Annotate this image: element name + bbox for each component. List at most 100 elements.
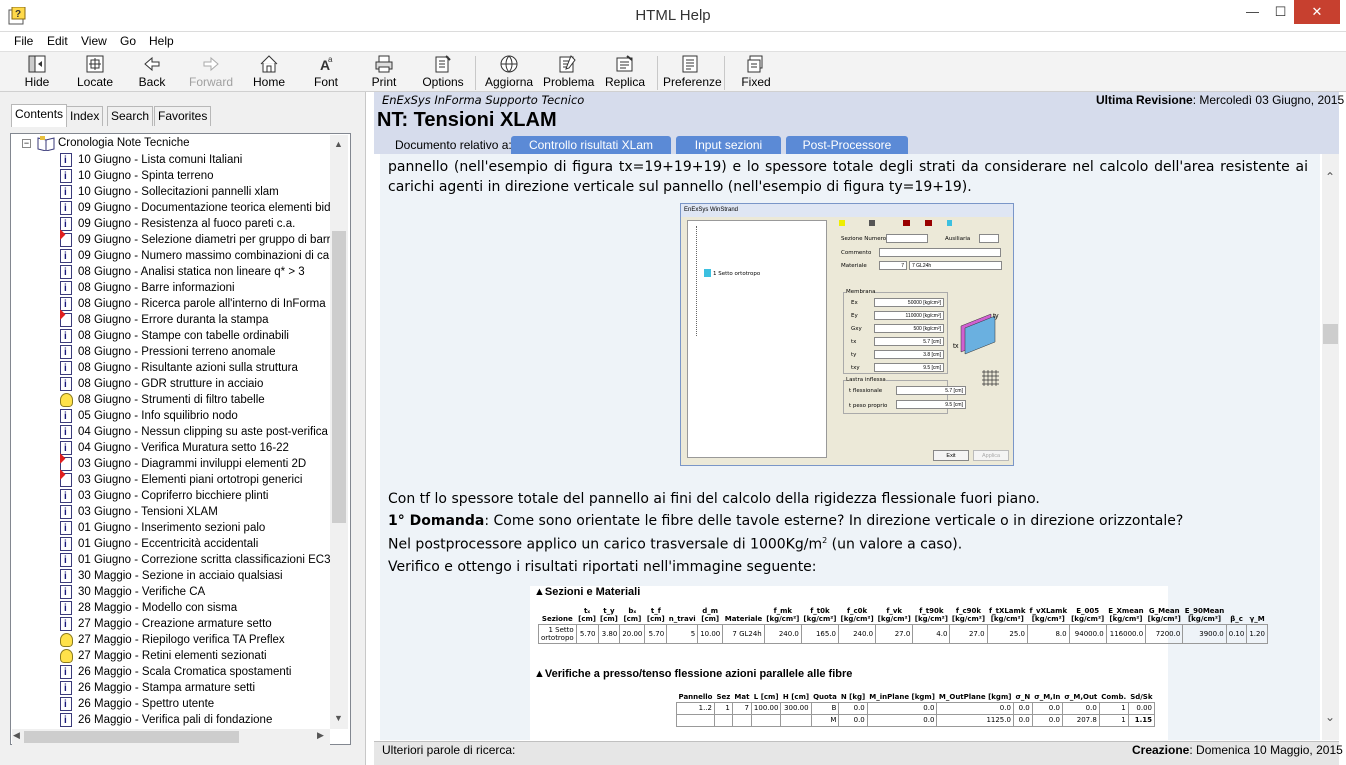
table-header-cell: Mat — [732, 690, 752, 703]
dialog-title: EnExSys WinStrand — [681, 204, 1013, 217]
collapse-toggle-icon[interactable]: − — [22, 139, 31, 148]
table-cell: 10.00 — [697, 624, 724, 644]
tree-item-label: 01 Giugno - Inserimento sezioni palo — [78, 522, 266, 534]
menu-view[interactable]: View — [81, 34, 107, 48]
table-cell — [714, 713, 733, 727]
back-arrow-icon — [144, 56, 160, 72]
tree-item-label: 05 Giugno - Info squilibrio nodo — [78, 410, 238, 422]
back-button[interactable]: Back — [133, 54, 171, 92]
topic-page-icon — [60, 681, 72, 697]
tab-contents[interactable]: Contents — [11, 104, 68, 127]
tab-favorites[interactable]: Favorites — [154, 106, 212, 126]
menu-go[interactable]: Go — [120, 34, 136, 48]
scroll-down-arrow-icon[interactable]: ⌄ — [1325, 710, 1335, 724]
tree-scroll-thumb[interactable] — [332, 231, 346, 523]
topic-page-icon — [60, 617, 72, 633]
tree-horizontal-scrollbar[interactable]: ◀ ▶ — [12, 729, 330, 745]
tree-item-label: 10 Giugno - Spinta terreno — [78, 170, 214, 182]
table-cell: M — [810, 713, 840, 727]
table-header-cell: σ_M,In — [1032, 690, 1063, 703]
link-controllo-risultati[interactable]: Controllo risultati XLam — [511, 136, 671, 154]
revision-date: Ultima Revisione: Mercoledì 03 Giugno, 2… — [1096, 93, 1344, 107]
aggiorna-button[interactable]: Aggiorna — [485, 54, 533, 92]
problema-button[interactable]: Problema — [543, 54, 594, 92]
table-header-cell: L [cm] — [751, 690, 781, 703]
table-cell: 0.0 — [838, 713, 868, 727]
content-vertical-scrollbar[interactable]: ⌃ ⌄ — [1322, 154, 1339, 740]
results-tables-image: ▲Sezioni e Materiali Sezione tₓ [cm] t_y [… — [530, 586, 1268, 741]
table-cell: 1 — [1098, 713, 1129, 727]
tree-vertical-scrollbar[interactable]: ▲ ▼ — [330, 135, 348, 729]
table-header-cell: tₓ [cm] — [576, 606, 598, 625]
sezione-field — [886, 234, 928, 243]
table-header-cell: H [cm] — [780, 690, 812, 703]
topic-page-icon — [60, 345, 72, 361]
link-input-sezioni[interactable]: Input sezioni — [676, 136, 781, 154]
table-cell: 0.0 — [1061, 701, 1100, 715]
fixed-button[interactable]: Fixed — [738, 54, 774, 92]
table-header-cell: f_mk [kg/cm²] — [764, 606, 802, 625]
verifiche-table: Pannello Sez Mat L [cm] H [cm] Quota N [kg] M_i… — [676, 690, 1156, 727]
tree-item-label: 09 Giugno - Numero massimo combinazioni … — [78, 250, 330, 262]
tree-root-label: Cronologia Note Tecniche — [58, 137, 190, 149]
lightbulb-icon — [60, 633, 73, 647]
preferences-icon — [682, 55, 698, 73]
preferenze-button[interactable]: Preferenze — [663, 54, 722, 92]
tree-item-label: 01 Giugno - Eccentricità accidentali — [78, 538, 259, 550]
locate-button[interactable]: Locate — [74, 54, 116, 92]
tree-root[interactable]: − Cronologia Note Tecniche — [22, 136, 222, 152]
scroll-left-arrow-icon[interactable]: ◀ — [13, 730, 20, 741]
font-button[interactable]: Aa Font — [310, 54, 342, 92]
table-header-cell: f_tXLamk [kg/cm²] — [987, 606, 1028, 625]
options-button[interactable]: Options — [421, 54, 465, 92]
revision-label: Ultima Revisione — [1096, 93, 1193, 107]
topic-page-icon — [60, 441, 72, 457]
tree-item-label: 26 Maggio - Verifica pali di fondazione — [78, 714, 273, 726]
hide-button[interactable]: Hide — [17, 54, 57, 92]
table-cell — [676, 713, 715, 727]
tree-item-label: 26 Maggio - Scala Cromatica spostamenti — [78, 666, 292, 678]
table-cell: 8.0 — [1026, 624, 1070, 644]
menu-file[interactable]: File — [14, 34, 33, 48]
table-cell: 5.70 — [575, 624, 599, 644]
content-scroll-thumb[interactable] — [1323, 324, 1338, 344]
font-icon: Aa — [320, 55, 333, 73]
scroll-up-arrow-icon[interactable]: ▲ — [334, 139, 343, 149]
link-post-processore[interactable]: Post-Processore — [786, 136, 908, 154]
menu-edit[interactable]: Edit — [47, 34, 68, 48]
menu-help[interactable]: Help — [149, 34, 174, 48]
table-cell: 25.0 — [986, 624, 1028, 644]
forward-button[interactable]: Forward — [189, 54, 233, 92]
table-cell: 0.0 — [1012, 713, 1033, 727]
replica-button[interactable]: Replica — [604, 54, 646, 92]
tree-hscroll-thumb[interactable] — [24, 731, 239, 743]
table-cell — [731, 713, 752, 727]
table-header-cell: Sez — [714, 690, 733, 703]
tree-item-label: 03 Giugno - Diagrammi inviluppi elementi… — [78, 458, 307, 470]
close-button[interactable]: ✕ — [1294, 0, 1340, 24]
tree-item-label: 03 Giugno - Copriferro bicchiere plinti — [78, 490, 269, 502]
reply-icon — [616, 55, 633, 72]
toolbar-separator — [724, 56, 725, 90]
table-cell: 240.0 — [838, 624, 877, 644]
tree-item-label: 03 Giugno - Elementi piani ortotropi gen… — [78, 474, 303, 486]
toolbar-icon — [947, 220, 952, 226]
scroll-up-arrow-icon[interactable]: ⌃ — [1325, 170, 1335, 184]
tab-index[interactable]: Index — [66, 106, 104, 126]
dialog-field-value: 50000 [kg/cm²] — [874, 298, 944, 307]
table-header-cell: t_y [cm] — [598, 606, 620, 625]
minimize-button[interactable]: — — [1238, 0, 1267, 24]
print-button[interactable]: Print — [368, 54, 400, 92]
dialog-field-label: Ex — [851, 300, 858, 306]
home-button[interactable]: Home — [251, 54, 287, 92]
maximize-button[interactable]: ☐ — [1266, 0, 1295, 24]
scroll-right-arrow-icon[interactable]: ▶ — [317, 730, 324, 741]
dialog-label: t flessionale — [849, 388, 883, 394]
table-cell: 1 — [1098, 701, 1129, 715]
toolbar-icon — [925, 220, 932, 226]
table-cell: 116000.0 — [1105, 624, 1147, 644]
tab-search[interactable]: Search — [107, 106, 154, 126]
table-cell: 7 GL24h — [722, 624, 765, 644]
scroll-down-arrow-icon[interactable]: ▼ — [334, 713, 343, 723]
table-cell: B — [810, 701, 840, 715]
